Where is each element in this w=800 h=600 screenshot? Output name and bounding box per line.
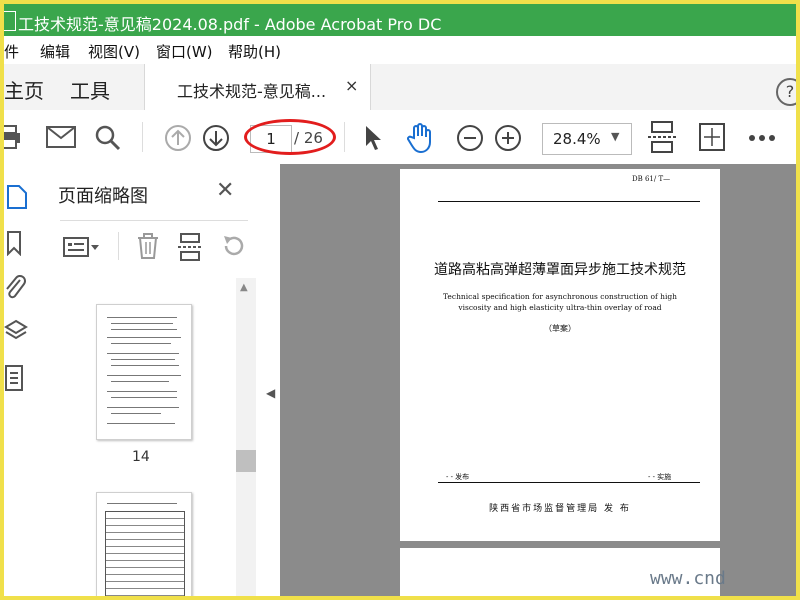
- menu-bar: 件 编辑 视图(V) 窗口(W) 帮助(H): [4, 36, 796, 64]
- menu-window[interactable]: 窗口(W): [156, 41, 213, 62]
- email-icon[interactable]: [46, 126, 76, 148]
- scroll-up-icon[interactable]: ▲: [240, 282, 248, 293]
- menu-help[interactable]: 帮助(H): [228, 41, 281, 62]
- delete-page-icon[interactable]: [136, 232, 160, 260]
- header-rule: [438, 201, 700, 202]
- issuing-authority: 陕西省市场监督管理局 发 布: [489, 504, 631, 514]
- toolbar-divider: [142, 122, 143, 152]
- tab-document[interactable]: 工技术规范-意见稿... ×: [144, 64, 371, 110]
- zoom-value: 28.4%: [553, 130, 601, 148]
- attachments-icon[interactable]: [4, 274, 28, 300]
- draft-label: （草案）: [544, 324, 576, 333]
- zoom-out-icon[interactable]: [456, 124, 484, 152]
- acrobat-window: 工技术规范-意见稿2024.08.pdf - Adobe Acrobat Pro…: [4, 4, 796, 596]
- zoom-in-icon[interactable]: [494, 124, 522, 152]
- menu-file[interactable]: 件: [4, 41, 19, 62]
- tab-tools[interactable]: 工具: [70, 75, 110, 104]
- rotate-page-icon[interactable]: [220, 232, 246, 260]
- select-cursor-icon[interactable]: [362, 124, 386, 152]
- zoom-level-select[interactable]: 28.4% ▼: [542, 123, 632, 155]
- document-view[interactable]: DB 61/ T— 道路高粘高弹超薄罩面异步施工技术规范 Technical s…: [280, 164, 796, 596]
- more-tools-icon[interactable]: [748, 134, 776, 142]
- thumbnail-options-icon[interactable]: [62, 234, 102, 260]
- insert-page-icon[interactable]: [178, 232, 204, 262]
- hand-tool-icon[interactable]: [406, 122, 436, 154]
- document-icon: [4, 11, 16, 31]
- thumbnails-scrollbar[interactable]: ▲: [236, 278, 256, 596]
- standard-code: DB 61/ T—: [632, 175, 671, 183]
- window-title: 工技术规范-意见稿2024.08.pdf - Adobe Acrobat Pro…: [18, 15, 442, 34]
- panel-divider: [60, 220, 248, 221]
- previous-page-icon[interactable]: [164, 124, 192, 152]
- implement-date: - - 实施: [648, 473, 672, 481]
- next-page-icon[interactable]: [202, 124, 230, 152]
- tab-bar: 主页 工具 工技术规范-意见稿... × ?: [4, 64, 796, 111]
- chevron-down-icon: ▼: [611, 130, 620, 143]
- fit-page-icon[interactable]: [648, 120, 676, 154]
- panel-collapse-handle[interactable]: ◀: [262, 164, 280, 596]
- title-bar: 工技术规范-意见稿2024.08.pdf - Adobe Acrobat Pro…: [4, 4, 796, 36]
- thumbnails-panel: 页面缩略图 ✕ 14 ▲: [40, 164, 263, 596]
- bookmarks-icon[interactable]: [6, 230, 24, 256]
- document-title-en: Technical specification for asynchronous…: [443, 292, 677, 312]
- document-tab-title: 工技术规范-意见稿...: [177, 82, 327, 101]
- toolbar: 1 / 26 28.4% ▼: [4, 110, 796, 165]
- scrollbar-thumb[interactable]: [236, 450, 256, 472]
- collapse-left-icon: ◀: [266, 386, 276, 400]
- toolbar-divider: [344, 122, 345, 152]
- help-icon[interactable]: ?: [776, 78, 796, 106]
- pdf-page: DB 61/ T— 道路高粘高弹超薄罩面异步施工技术规范 Technical s…: [400, 169, 720, 541]
- page-thumbnail[interactable]: [96, 304, 192, 440]
- page-thumbnails-icon[interactable]: [6, 184, 28, 210]
- navigation-pane-strip: [4, 164, 41, 596]
- print-icon[interactable]: [4, 124, 22, 150]
- close-tab-button[interactable]: ×: [345, 76, 358, 95]
- menu-edit[interactable]: 编辑: [40, 41, 70, 62]
- panel-toolbar-divider: [118, 232, 119, 260]
- search-icon[interactable]: [94, 124, 122, 152]
- layers-icon[interactable]: [4, 318, 28, 344]
- panel-title: 页面缩略图: [58, 186, 148, 207]
- release-date: - - 发布: [446, 473, 470, 481]
- footer-rule: [438, 482, 700, 483]
- document-properties-icon[interactable]: [4, 364, 26, 392]
- page-thumbnail[interactable]: [96, 492, 192, 596]
- watermark: www.cnd: [650, 568, 726, 589]
- annotation-circle: [244, 119, 336, 155]
- document-title-cn: 道路高粘高弹超薄罩面异步施工技术规范: [434, 262, 686, 278]
- menu-view[interactable]: 视图(V): [88, 41, 140, 62]
- thumbnail-page-label: 14: [132, 449, 150, 465]
- close-panel-icon[interactable]: ✕: [216, 178, 234, 203]
- full-screen-icon[interactable]: [698, 122, 726, 152]
- tab-home[interactable]: 主页: [4, 75, 44, 104]
